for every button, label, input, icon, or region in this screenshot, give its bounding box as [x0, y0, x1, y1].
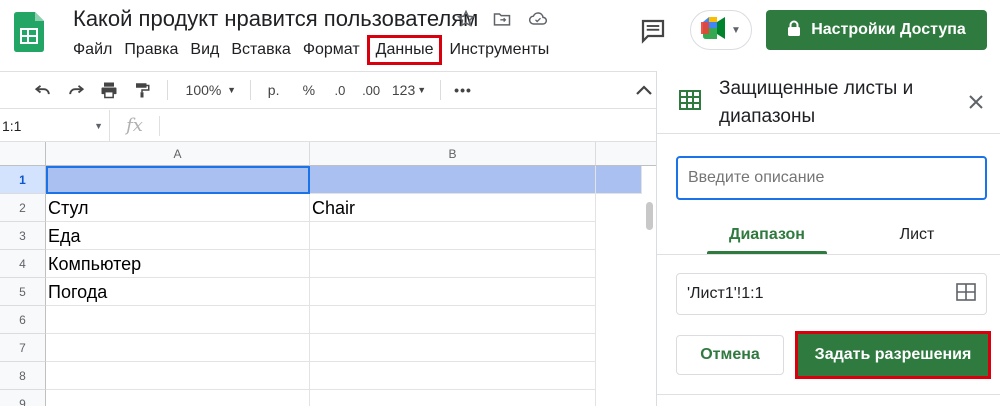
chevron-down-icon: ▼: [731, 24, 741, 36]
vertical-scrollbar[interactable]: [646, 202, 653, 230]
toolbar: 100% ▼ р. % .0 .00 123 ▼ •••: [0, 71, 656, 109]
cell-b8[interactable]: [310, 362, 596, 390]
currency-format-button[interactable]: р.: [261, 75, 286, 105]
panel-divider: [657, 133, 1000, 134]
row-header-2[interactable]: 2: [0, 194, 46, 222]
collapse-menus-icon[interactable]: [633, 75, 656, 105]
share-button[interactable]: Настройки Доступа: [766, 10, 987, 50]
share-button-label: Настройки Доступа: [811, 21, 966, 38]
increase-decimals-button[interactable]: .00: [357, 75, 386, 105]
menu-bar: Файл Правка Вид Вставка Формат Данные Ин…: [67, 35, 555, 65]
cell-b2[interactable]: Chair: [310, 194, 596, 222]
redo-icon[interactable]: [61, 75, 90, 105]
menu-insert[interactable]: Вставка: [225, 38, 296, 62]
protected-ranges-panel: Защищенные листы и диапазоны Диапазон Ли…: [656, 71, 1000, 406]
row-header-9[interactable]: 9: [0, 390, 46, 406]
undo-icon[interactable]: [28, 75, 57, 105]
caret-down-icon: ▼: [417, 85, 427, 95]
cancel-button[interactable]: Отмена: [676, 335, 784, 375]
sheets-app: Какой продукт нравится пользователям Фай…: [0, 0, 1000, 406]
meet-icon: [701, 16, 727, 44]
number-format-label: 123: [391, 82, 416, 98]
row-header-8[interactable]: 8: [0, 362, 46, 390]
cell-a3[interactable]: Еда: [46, 222, 310, 250]
lock-icon: [787, 20, 801, 41]
cell-b6[interactable]: [310, 306, 596, 334]
print-icon[interactable]: [94, 75, 123, 105]
menu-view[interactable]: Вид: [184, 38, 225, 62]
toolbar-divider: [250, 80, 251, 100]
panel-bottom-divider: [657, 394, 1000, 395]
more-options-icon[interactable]: •••: [451, 75, 474, 105]
name-box[interactable]: 1:1 ▼: [0, 109, 110, 142]
decrease-decimals-button[interactable]: .0: [325, 75, 354, 105]
row-header-5[interactable]: 5: [0, 278, 46, 306]
cloud-saved-icon[interactable]: [527, 8, 549, 30]
close-icon[interactable]: [965, 91, 987, 113]
set-permissions-button[interactable]: Задать разрешения: [795, 331, 991, 379]
formula-bar: 1:1 ▼ fx: [0, 109, 656, 142]
formula-input[interactable]: [160, 110, 656, 141]
tab-sheet[interactable]: Лист: [867, 223, 967, 247]
row-header-1[interactable]: 1: [0, 166, 46, 194]
cell-b5[interactable]: [310, 278, 596, 306]
description-input[interactable]: [676, 156, 987, 200]
document-title[interactable]: Какой продукт нравится пользователям: [73, 6, 478, 32]
title-icons: [455, 8, 549, 30]
column-header-c[interactable]: [596, 142, 656, 166]
cell-b3[interactable]: [310, 222, 596, 250]
row-header-7[interactable]: 7: [0, 334, 46, 362]
name-box-value: 1:1: [2, 117, 22, 134]
toolbar-divider: [440, 80, 442, 100]
select-all-corner[interactable]: [0, 142, 46, 166]
move-to-folder-icon[interactable]: [491, 8, 513, 30]
fx-icon: fx: [110, 115, 160, 136]
cell-a8[interactable]: [46, 362, 310, 390]
menu-tools[interactable]: Инструменты: [443, 38, 555, 62]
select-range-icon[interactable]: [956, 282, 976, 306]
spreadsheet-grid: A B 1 2 Стул Chair 3 Еда 4 Компьютер 5 П…: [0, 142, 656, 406]
toolbar-divider: [166, 80, 168, 100]
zoom-value: 100%: [185, 82, 222, 98]
column-header-b[interactable]: B: [310, 142, 596, 166]
cell-a4[interactable]: Компьютер: [46, 250, 310, 278]
cell-a7[interactable]: [46, 334, 310, 362]
row-header-6[interactable]: 6: [0, 306, 46, 334]
zoom-select[interactable]: 100% ▼: [178, 75, 241, 105]
column-header-a[interactable]: A: [46, 142, 310, 166]
tabs-divider: [657, 254, 1000, 255]
cell-a1[interactable]: [46, 166, 310, 194]
percent-format-button[interactable]: %: [294, 75, 323, 105]
cell-b7[interactable]: [310, 334, 596, 362]
cell-b4[interactable]: [310, 250, 596, 278]
menu-file[interactable]: Файл: [67, 38, 118, 62]
caret-down-icon: ▼: [227, 85, 237, 95]
comments-icon[interactable]: [638, 16, 668, 46]
cell-c1[interactable]: [596, 166, 642, 194]
panel-title: Защищенные листы и диапазоны: [719, 78, 914, 127]
range-value: 'Лист1'!1:1: [687, 285, 764, 302]
cell-a9[interactable]: [46, 390, 310, 406]
menu-edit[interactable]: Правка: [118, 38, 184, 62]
cell-b9[interactable]: [310, 390, 596, 406]
cell-a2[interactable]: Стул: [46, 194, 310, 222]
row-header-3[interactable]: 3: [0, 222, 46, 250]
number-format-select[interactable]: 123 ▼: [388, 75, 431, 105]
table-icon: [679, 89, 701, 111]
paint-format-icon[interactable]: [127, 75, 156, 105]
row-header-4[interactable]: 4: [0, 250, 46, 278]
star-icon[interactable]: [455, 8, 477, 30]
tab-range[interactable]: Диапазон: [707, 223, 827, 247]
meet-button[interactable]: ▼: [690, 10, 752, 50]
cell-a5[interactable]: Погода: [46, 278, 310, 306]
sheets-logo-icon[interactable]: [14, 12, 44, 52]
caret-down-icon: ▼: [94, 120, 103, 131]
cell-b1[interactable]: [310, 166, 596, 194]
header: Какой продукт нравится пользователям Фай…: [0, 0, 1000, 68]
range-field[interactable]: 'Лист1'!1:1: [676, 273, 987, 315]
cell-a6[interactable]: [46, 306, 310, 334]
menu-format[interactable]: Формат: [297, 38, 366, 62]
menu-data[interactable]: Данные: [366, 35, 443, 65]
